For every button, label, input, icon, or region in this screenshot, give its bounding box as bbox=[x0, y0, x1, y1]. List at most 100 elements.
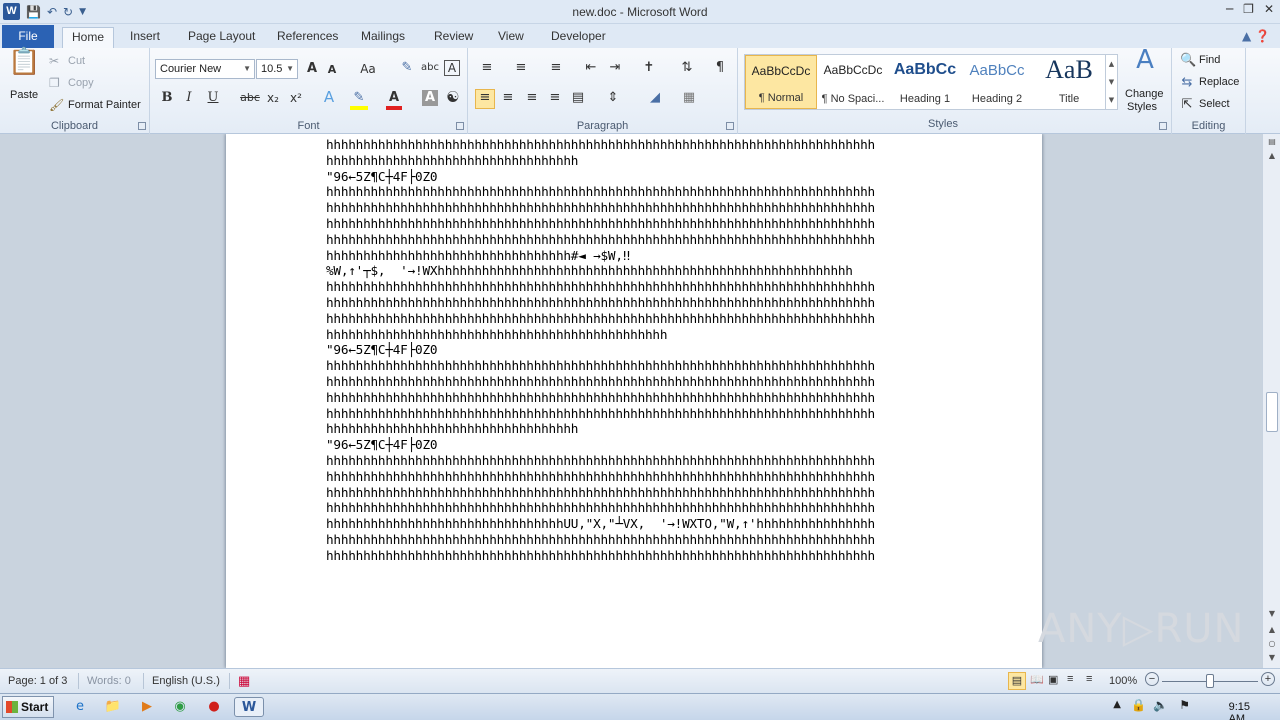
select-button[interactable]: Select bbox=[1199, 98, 1230, 110]
font-color-icon[interactable]: A bbox=[386, 90, 402, 110]
select-browse-object-icon[interactable]: ○ bbox=[1265, 638, 1279, 650]
word-count[interactable]: Words: 0 bbox=[87, 675, 131, 687]
change-styles-label-2[interactable]: Styles bbox=[1127, 101, 1157, 113]
scroll-thumb[interactable] bbox=[1266, 392, 1278, 432]
distributed-icon[interactable]: ▤ bbox=[569, 90, 587, 106]
print-layout-icon[interactable]: ▤ bbox=[1008, 672, 1026, 690]
show-formatting-marks-icon[interactable]: ¶ bbox=[712, 60, 728, 76]
internet-explorer-icon[interactable]: e bbox=[69, 697, 91, 717]
paste-button[interactable]: Paste bbox=[10, 89, 38, 101]
line-spacing-icon[interactable]: ⇕ bbox=[602, 90, 624, 106]
change-case-icon[interactable]: Aa bbox=[356, 61, 380, 77]
tab-file[interactable]: File bbox=[2, 25, 54, 48]
draft-icon[interactable]: ≡ bbox=[1086, 673, 1092, 685]
outline-icon[interactable]: ≡ bbox=[1067, 673, 1073, 685]
tab-page-layout[interactable]: Page Layout bbox=[179, 27, 264, 48]
clipboard-launcher-icon[interactable] bbox=[138, 122, 146, 130]
ruler-toggle-icon[interactable]: ▤ bbox=[1265, 136, 1279, 148]
font-launcher-icon[interactable] bbox=[456, 122, 464, 130]
align-right-icon[interactable]: ≡ bbox=[523, 90, 541, 106]
align-center-icon[interactable]: ≡ bbox=[499, 90, 517, 106]
opera-icon[interactable]: ● bbox=[203, 697, 225, 717]
media-player-icon[interactable]: ▶ bbox=[136, 697, 158, 717]
tab-home[interactable]: Home bbox=[62, 27, 115, 48]
start-button[interactable]: Start bbox=[2, 696, 54, 718]
decrease-indent-icon[interactable]: ⇤ bbox=[582, 60, 600, 76]
replace-button[interactable]: Replace bbox=[1199, 76, 1239, 88]
justify-icon[interactable]: ≡ bbox=[546, 90, 564, 106]
strikethrough-icon[interactable]: abc bbox=[240, 90, 260, 106]
format-painter-button[interactable]: Format Painter bbox=[68, 99, 141, 111]
cut-button[interactable]: Cut bbox=[68, 55, 85, 67]
close-icon[interactable]: ✕ bbox=[1264, 2, 1274, 16]
file-explorer-icon[interactable]: 📁 bbox=[102, 697, 124, 717]
styles-launcher-icon[interactable] bbox=[1159, 122, 1167, 130]
tab-references[interactable]: References bbox=[268, 27, 347, 48]
tray-security-icon[interactable]: 🔒 bbox=[1131, 698, 1146, 712]
paste-icon[interactable]: 📋 bbox=[8, 49, 40, 86]
minimize-icon[interactable]: ─ bbox=[1226, 2, 1233, 16]
help-icon[interactable]: ▲ ❓ bbox=[1242, 29, 1270, 43]
scroll-down-icon[interactable]: ▼ bbox=[1265, 608, 1279, 620]
character-shading-icon[interactable]: A bbox=[422, 90, 438, 106]
text-effects-icon[interactable]: A bbox=[320, 89, 338, 105]
change-styles-icon[interactable]: A bbox=[1128, 47, 1162, 73]
align-left-icon[interactable]: ≡ bbox=[475, 89, 495, 109]
clock[interactable]: 9:15 AM bbox=[1229, 701, 1250, 720]
volume-icon[interactable]: 🔈 bbox=[1153, 698, 1168, 712]
grow-font-icon[interactable]: A bbox=[304, 61, 320, 77]
borders-icon[interactable]: ▦ bbox=[678, 90, 700, 106]
document-page[interactable]: hhhhhhhhhhhhhhhhhhhhhhhhhhhhhhhhhh hhhhhh… bbox=[226, 134, 1042, 668]
find-button[interactable]: Find bbox=[1199, 54, 1220, 66]
full-screen-reading-icon[interactable]: 📖 bbox=[1030, 673, 1044, 686]
change-styles-label-1[interactable]: Change bbox=[1125, 88, 1164, 100]
tab-view[interactable]: View bbox=[489, 27, 533, 48]
font-name-box[interactable]: Courier New ▼ bbox=[155, 59, 255, 79]
zoom-slider-thumb[interactable] bbox=[1206, 674, 1214, 688]
subscript-icon[interactable]: x₂ bbox=[265, 90, 281, 106]
phonetic-guide-icon[interactable]: abc bbox=[421, 60, 439, 76]
character-border-icon[interactable]: A bbox=[444, 60, 460, 76]
word-taskbar-icon[interactable]: W bbox=[234, 697, 264, 717]
highlight-icon[interactable]: ✎ bbox=[350, 90, 368, 110]
bold-icon[interactable]: B bbox=[160, 90, 174, 106]
style-normal[interactable]: AaBbCcDc ¶ Normal bbox=[745, 55, 817, 109]
paragraph-launcher-icon[interactable] bbox=[726, 122, 734, 130]
bullets-icon[interactable]: ≡ bbox=[476, 60, 498, 76]
underline-icon[interactable]: U bbox=[206, 90, 220, 106]
macro-record-icon[interactable]: ▦ bbox=[238, 673, 250, 689]
vertical-scrollbar[interactable]: ▤ ▲ ▼ ▲ ○ ▼ bbox=[1262, 134, 1280, 668]
clear-formatting-icon[interactable]: ✎ bbox=[398, 60, 416, 76]
tray-expand-icon[interactable]: ▲ bbox=[1113, 699, 1121, 710]
shrink-font-icon[interactable]: A bbox=[325, 62, 339, 78]
tab-review[interactable]: Review bbox=[425, 27, 482, 48]
chinese-layout-icon[interactable]: ✝ bbox=[638, 60, 660, 76]
italic-icon[interactable]: I bbox=[182, 90, 196, 106]
chrome-icon[interactable]: ◉ bbox=[169, 697, 191, 717]
font-size-box[interactable]: 10.5 ▼ bbox=[256, 59, 298, 79]
zoom-out-icon[interactable]: − bbox=[1145, 672, 1159, 686]
tab-developer[interactable]: Developer bbox=[542, 27, 615, 48]
scroll-up-icon[interactable]: ▲ bbox=[1265, 150, 1279, 162]
web-layout-icon[interactable]: ▣ bbox=[1048, 673, 1058, 686]
gallery-scroll[interactable]: ▲ ▼ ▼ bbox=[1105, 55, 1117, 109]
style-heading-1[interactable]: AaBbCc Heading 1 bbox=[889, 55, 961, 109]
zoom-level[interactable]: 100% bbox=[1109, 675, 1137, 687]
multilevel-list-icon[interactable]: ≡ bbox=[545, 60, 567, 76]
shading-icon[interactable]: ◢ bbox=[644, 90, 666, 106]
style-no-spacing[interactable]: AaBbCcDc ¶ No Spaci... bbox=[817, 55, 889, 109]
numbering-icon[interactable]: ≡ bbox=[510, 60, 532, 76]
style-heading-2[interactable]: AaBbCc Heading 2 bbox=[961, 55, 1033, 109]
next-page-icon[interactable]: ▼ bbox=[1265, 652, 1279, 664]
sort-icon[interactable]: ⇅ bbox=[678, 60, 696, 76]
superscript-icon[interactable]: x² bbox=[288, 90, 304, 106]
restore-icon[interactable]: ❐ bbox=[1243, 2, 1254, 16]
zoom-in-icon[interactable]: + bbox=[1261, 672, 1275, 686]
copy-button[interactable]: Copy bbox=[68, 77, 94, 89]
page-count[interactable]: Page: 1 of 3 bbox=[8, 675, 67, 687]
increase-indent-icon[interactable]: ⇥ bbox=[606, 60, 624, 76]
style-title[interactable]: AaB Title bbox=[1033, 55, 1105, 109]
enclose-characters-icon[interactable]: ☯ bbox=[444, 89, 462, 105]
tab-insert[interactable]: Insert bbox=[121, 27, 169, 48]
action-center-flag-icon[interactable]: ⚑ bbox=[1179, 698, 1190, 712]
